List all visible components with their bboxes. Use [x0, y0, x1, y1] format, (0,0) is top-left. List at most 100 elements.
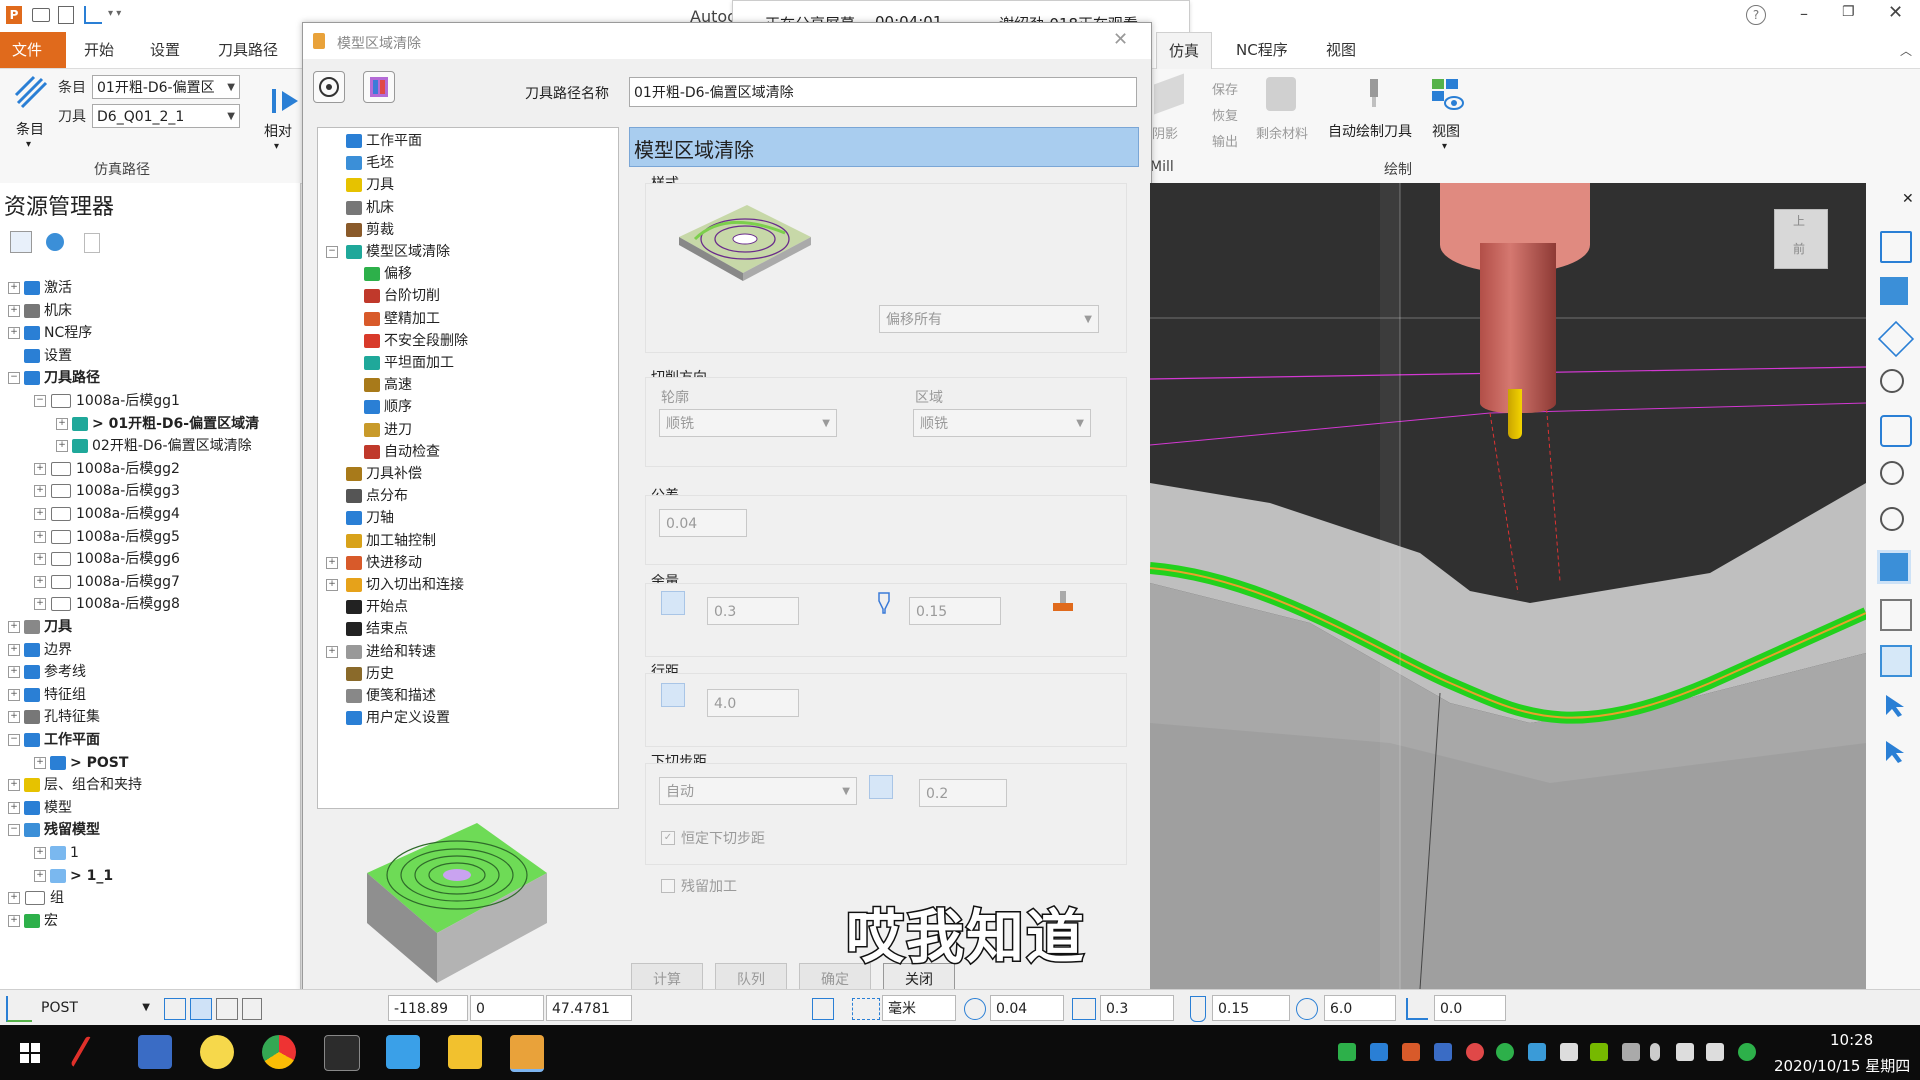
- tray-window-icon[interactable]: [1434, 1043, 1452, 1061]
- wireframe-view-icon[interactable]: [1880, 599, 1912, 631]
- expand-icon[interactable]: −: [8, 734, 20, 746]
- tray-bluetooth-icon[interactable]: [1528, 1043, 1546, 1061]
- file-explorer-icon[interactable]: [448, 1035, 482, 1069]
- explorer-item-models[interactable]: + 模型: [8, 797, 72, 819]
- const-stepdown-checkbox[interactable]: ✓: [661, 831, 675, 845]
- strategy-tree-item[interactable]: 刀轴: [342, 507, 394, 529]
- snap-icon[interactable]: [164, 998, 186, 1020]
- strategy-tree-item[interactable]: 台阶切削: [360, 285, 440, 307]
- expand-icon[interactable]: +: [8, 621, 20, 633]
- delete-icon[interactable]: [84, 233, 100, 253]
- remain-material-label[interactable]: 剩余材料: [1256, 123, 1308, 142]
- tolerance-input[interactable]: 0.04: [659, 509, 747, 537]
- auto-draw-tool-icon[interactable]: [1364, 79, 1384, 109]
- explorer-item-folder-gg3[interactable]: +1008a-后模gg3: [34, 480, 180, 502]
- explorer-item-toolpath-02[interactable]: +02开粗-D6-偏置区域清除: [56, 435, 252, 457]
- view-icon[interactable]: [1428, 77, 1464, 111]
- shadow-label[interactable]: 阴影: [1152, 123, 1178, 142]
- rest-machining-checkbox[interactable]: [661, 879, 675, 893]
- expand-icon[interactable]: +: [8, 327, 20, 340]
- quick-toolpath-icon[interactable]: [84, 6, 102, 24]
- tray-app-icon[interactable]: [1370, 1043, 1388, 1061]
- strategy-tree-item[interactable]: 用户定义设置: [342, 707, 450, 729]
- explorer-item-activate[interactable]: + 激活: [8, 277, 72, 299]
- stepover-icon[interactable]: [661, 683, 685, 707]
- tray-flower-icon[interactable]: [1466, 1043, 1484, 1061]
- globe-icon[interactable]: [46, 233, 64, 251]
- chrome-icon[interactable]: [262, 1035, 296, 1069]
- building-app-icon[interactable]: [138, 1035, 172, 1069]
- rotate-icon[interactable]: [1880, 415, 1912, 447]
- expand-icon[interactable]: +: [8, 892, 20, 905]
- expand-icon[interactable]: +: [8, 711, 20, 724]
- stepdown-icon[interactable]: [869, 775, 893, 799]
- tree-view-icon[interactable]: [10, 231, 32, 253]
- shadow-icon[interactable]: [1154, 73, 1184, 115]
- tolerance-status-field[interactable]: 0.04: [990, 995, 1064, 1021]
- select-rotate-icon[interactable]: [1880, 737, 1908, 765]
- explorer-item-machine[interactable]: + 机床: [8, 300, 72, 322]
- auto-draw-tool-label[interactable]: 自动绘制刀具: [1328, 121, 1412, 141]
- iso-view-icon[interactable]: [1877, 320, 1915, 358]
- select-icon[interactable]: [1880, 691, 1908, 719]
- view-dropdown-icon[interactable]: ▾: [1442, 141, 1447, 152]
- explorer-item-folder-gg6[interactable]: +1008a-后模gg6: [34, 548, 180, 570]
- ime-icon[interactable]: [1338, 1043, 1356, 1061]
- save-sim-label[interactable]: 保存: [1212, 79, 1238, 98]
- item-large-label[interactable]: 条目: [16, 119, 44, 139]
- units-field[interactable]: 毫米: [882, 995, 956, 1021]
- x-coordinate[interactable]: -118.89: [388, 995, 468, 1021]
- expand-icon[interactable]: +: [56, 417, 68, 430]
- snap-mode-icon[interactable]: [190, 998, 212, 1020]
- area-select[interactable]: 顺铣 ▼: [913, 409, 1091, 437]
- restore-sim-label[interactable]: 恢复: [1212, 105, 1238, 124]
- workplane-select[interactable]: POST ▼: [36, 995, 154, 1021]
- explorer-item-workplanes[interactable]: − 工作平面: [8, 729, 100, 751]
- tab-start[interactable]: 开始: [72, 32, 126, 68]
- bird-app-icon[interactable]: [386, 1035, 420, 1069]
- strategy-tree-item[interactable]: 高速: [360, 374, 412, 396]
- explorer-item-tools[interactable]: + 刀具: [8, 616, 72, 638]
- chat-app-icon[interactable]: [200, 1035, 234, 1069]
- expand-icon[interactable]: +: [34, 869, 46, 882]
- front-view-icon[interactable]: [1880, 277, 1908, 305]
- strategy-tree-item[interactable]: 加工轴控制: [342, 530, 436, 552]
- strategy-tree-item[interactable]: 刀具: [342, 174, 394, 196]
- contour-select[interactable]: 顺铣 ▼: [659, 409, 837, 437]
- strategy-tree-item[interactable]: 壁精加工: [360, 308, 440, 330]
- clock-time[interactable]: 10:28: [1830, 1031, 1873, 1049]
- zoom-refresh-icon[interactable]: [1880, 369, 1904, 393]
- strategy-tree-item[interactable]: 顺序: [360, 396, 412, 418]
- explorer-item-boundaries[interactable]: + 边界: [8, 639, 72, 661]
- item-dropdown-icon[interactable]: ▾: [26, 139, 31, 150]
- close-window-button[interactable]: ✕: [1888, 2, 1903, 23]
- expand-icon[interactable]: +: [34, 756, 46, 769]
- output-sim-label[interactable]: 输出: [1212, 131, 1238, 150]
- dialog-close-icon[interactable]: ✕: [1113, 29, 1128, 50]
- open-icon[interactable]: [32, 8, 50, 22]
- zoom-fit-icon[interactable]: [1880, 461, 1904, 485]
- explorer-item-toolpaths[interactable]: − 刀具路径: [8, 367, 100, 389]
- explorer-item-levels[interactable]: + 层、组合和夹持: [8, 774, 142, 796]
- volume-icon[interactable]: [1676, 1043, 1694, 1061]
- expand-icon[interactable]: −: [8, 824, 20, 837]
- strategy-tree-item[interactable]: 点分布: [342, 485, 408, 507]
- expand-icon[interactable]: +: [326, 579, 338, 591]
- explorer-item-folder-gg8[interactable]: +1008a-后模gg8: [34, 593, 180, 615]
- strategy-tree-item[interactable]: + 进给和转速: [326, 641, 436, 663]
- expand-icon[interactable]: −: [34, 395, 46, 407]
- quick-access-dropdown-icon[interactable]: ▾ ▾: [108, 8, 121, 19]
- strategy-tree-item[interactable]: 自动检查: [360, 441, 440, 463]
- explorer-item-folder-gg5[interactable]: +1008a-后模gg5: [34, 526, 180, 548]
- tab-file[interactable]: 文件: [0, 32, 66, 68]
- transparent-view-icon[interactable]: [1880, 645, 1912, 677]
- explorer-item-nc-program[interactable]: + NC程序: [8, 322, 92, 344]
- snap-lock-icon[interactable]: [242, 998, 262, 1020]
- stepdown-mode-select[interactable]: 自动 ▼: [659, 777, 857, 805]
- tab-settings[interactable]: 设置: [138, 32, 192, 68]
- start-icon[interactable]: [20, 1043, 40, 1063]
- explorer-item-toolpath-01[interactable]: + > 01开粗-D6-偏置区域清: [56, 413, 259, 435]
- tray-network-icon[interactable]: [1560, 1043, 1578, 1061]
- view-label[interactable]: 视图: [1432, 121, 1460, 141]
- remain-material-icon[interactable]: [1266, 77, 1296, 111]
